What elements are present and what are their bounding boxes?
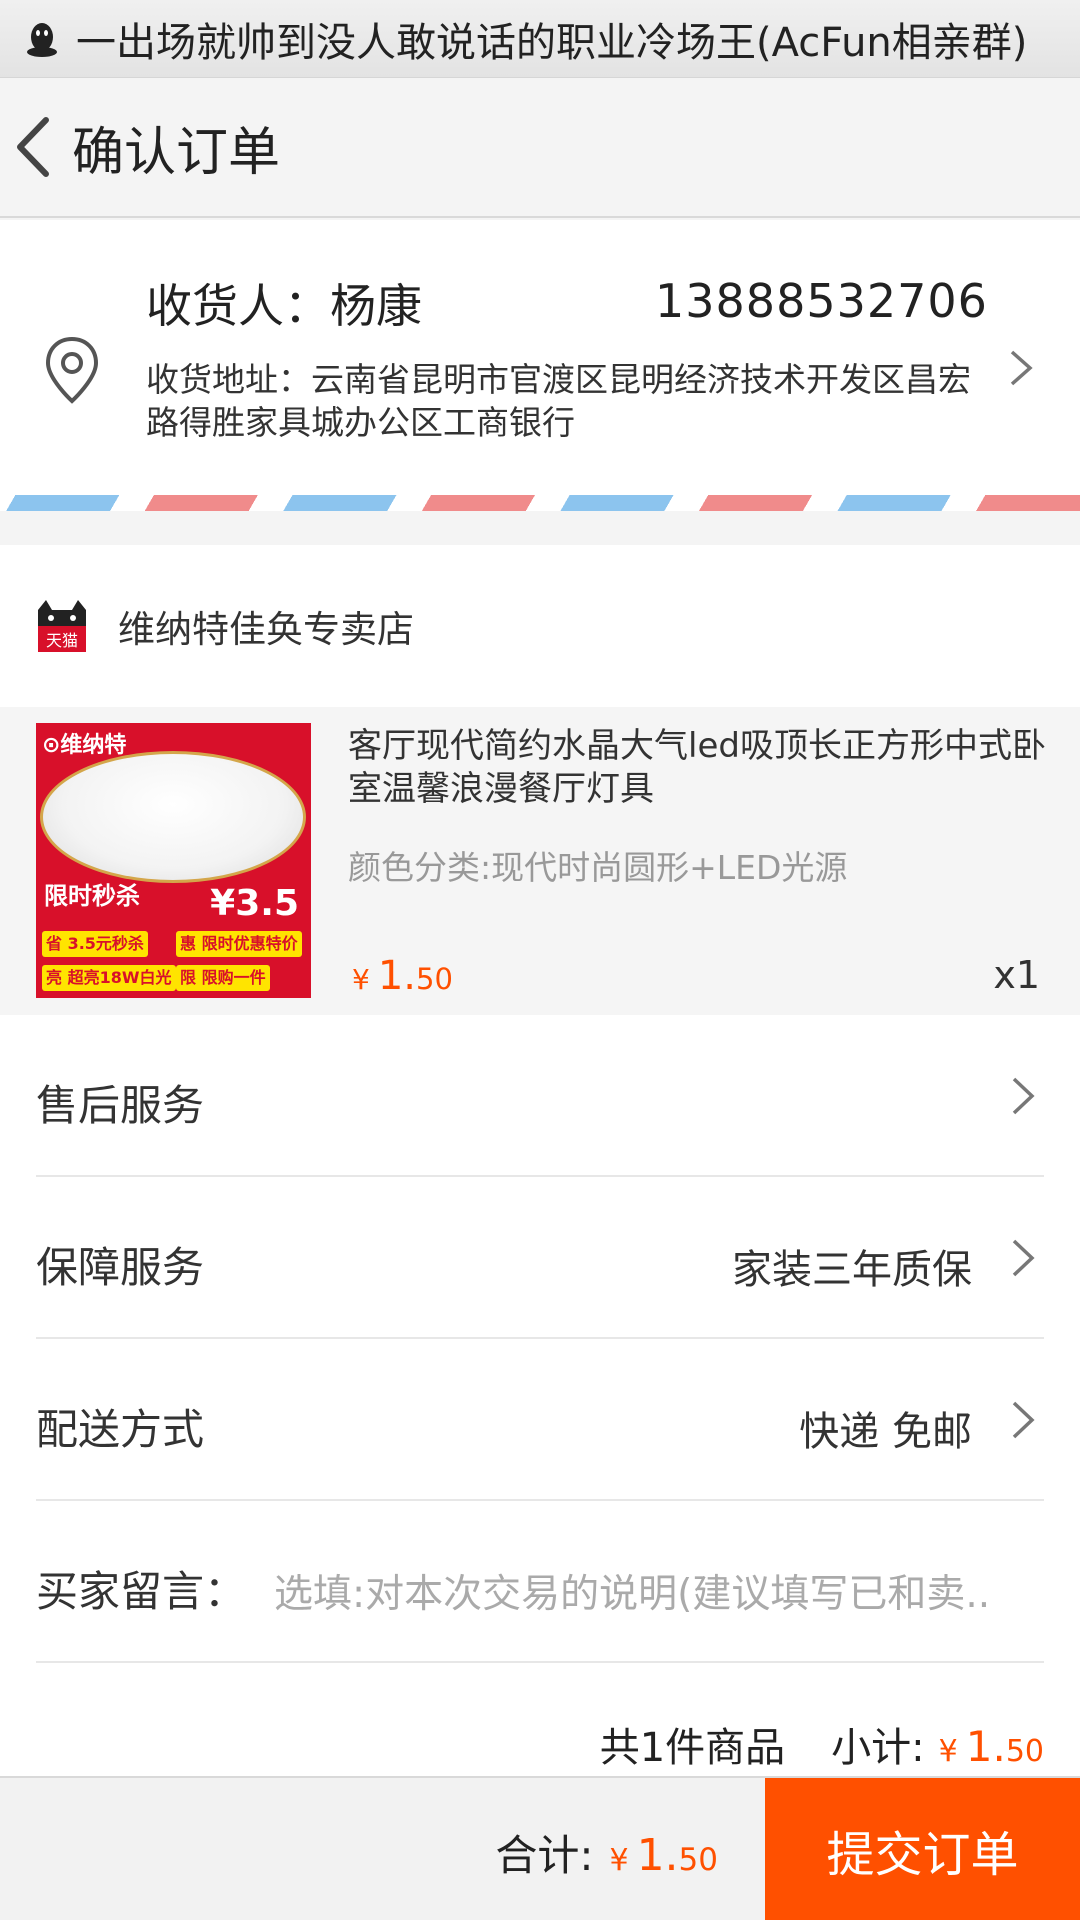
receiver-phone: 13888532706 [655,274,988,328]
thumb-tag: 省 3.5元秒杀 [42,931,148,957]
guarantee-value: 家装三年质保 [732,1247,972,1293]
product-spec: 颜色分类:现代时尚圆形+LED光源 [348,848,848,887]
subtotal-integer: 1. [965,1722,1006,1771]
thumb-promo: 限时秒杀 [44,882,140,910]
subtotal-currency: ¥ [938,1734,958,1769]
thumb-brand: ⊙维纳特 [42,733,127,758]
guarantee-label: 保障服务 [36,1243,205,1292]
subtotal-line: 共1件商品 小计: ¥1.50 [600,1715,1044,1773]
thumb-tag: 惠 限时优惠特价 [176,931,302,957]
after-sale-label: 售后服务 [36,1081,205,1130]
airmail-stripe-divider [0,495,1080,511]
location-pin-icon [45,336,99,404]
checkout-bar: 合计: ¥1.50 提交订单 [0,1776,1080,1920]
chevron-right-icon [1012,1401,1035,1439]
address-card[interactable]: 收货人：杨康 13888532706 收货地址：云南省昆明市官渡区昆明经济技术开… [0,220,1080,495]
page-title: 确认订单 [72,122,281,183]
chevron-right-icon [1012,1239,1035,1277]
item-count: 共1件商品 [599,1725,786,1771]
buyer-message-label: 买家留言： [36,1567,247,1616]
notification-bar[interactable]: 一出场就帅到没人敢说话的职业冷场王(AcFun相亲群) [0,0,1080,78]
notification-text: 一出场就帅到没人敢说话的职业冷场王(AcFun相亲群) [76,19,1028,66]
thumb-tag: 限 限购一件 [176,965,270,991]
delivery-value: 快递 免邮 [799,1409,972,1455]
product-price: ¥1.50 [352,953,453,999]
shop-name: 维纳特佳奂专卖店 [118,608,414,651]
chevron-right-icon [1012,1077,1035,1115]
price-decimal: 50 [416,962,453,996]
shop-header[interactable]: 天猫 维纳特佳奂专卖店 [0,545,1080,707]
thumb-tag: 亮 超亮18W白光 [42,965,176,991]
chevron-right-icon [1010,350,1033,386]
total-price: ¥1.50 [609,1830,718,1881]
lamp-image [40,751,306,883]
buyer-message-input[interactable]: 选填:对本次交易的说明(建议填写已和卖.. [274,1563,1044,1619]
product-quantity: x1 [993,953,1040,997]
total-decimal: 50 [678,1842,718,1878]
product-item[interactable]: ⊙维纳特 限时秒杀 ¥3.5 省 3.5元秒杀 惠 限时优惠特价 亮 超亮18W… [0,707,1080,1015]
product-title: 客厅现代简约水晶大气led吸顶长正方形中式卧室温馨浪漫餐厅灯具 [348,726,1046,809]
total-label: 合计: [495,1831,594,1880]
order-total: 合计: ¥1.50 [495,1822,718,1883]
subtotal-price: ¥1.50 [939,1722,1044,1771]
back-chevron-icon[interactable] [12,112,56,182]
total-integer: 1. [636,1830,679,1881]
after-sale-row[interactable]: 售后服务 [36,1015,1044,1177]
order-options: 售后服务 保障服务 家装三年质保 配送方式 快递 免邮 买家留言： 选填:对本次… [0,1015,1080,1777]
tmall-logo-text: 天猫 [46,631,78,650]
page-header: 确认订单 [0,78,1080,218]
price-integer: 1. [377,953,416,999]
qq-penguin-icon [27,22,57,57]
delivery-row[interactable]: 配送方式 快递 免邮 [36,1339,1044,1501]
product-thumbnail[interactable]: ⊙维纳特 限时秒杀 ¥3.5 省 3.5元秒杀 惠 限时优惠特价 亮 超亮18W… [36,723,311,998]
price-currency: ¥ [352,963,370,996]
tmall-logo-icon: 天猫 [38,600,86,652]
receiver-address: 收货地址：云南省昆明市官渡区昆明经济技术开发区昌宏路得胜家具城办公区工商银行 [146,360,971,442]
delivery-label: 配送方式 [36,1405,205,1454]
guarantee-row[interactable]: 保障服务 家装三年质保 [36,1177,1044,1339]
total-currency: ¥ [609,1843,629,1878]
subtotal-label: 小计: [831,1725,925,1771]
buyer-message-row: 买家留言： 选填:对本次交易的说明(建议填写已和卖.. [36,1501,1044,1663]
submit-order-button[interactable]: 提交订单 [765,1778,1080,1920]
thumb-price: ¥3.5 [210,883,299,924]
subtotal-decimal: 50 [1005,1734,1044,1769]
receiver-name: 收货人：杨康 [146,279,422,333]
